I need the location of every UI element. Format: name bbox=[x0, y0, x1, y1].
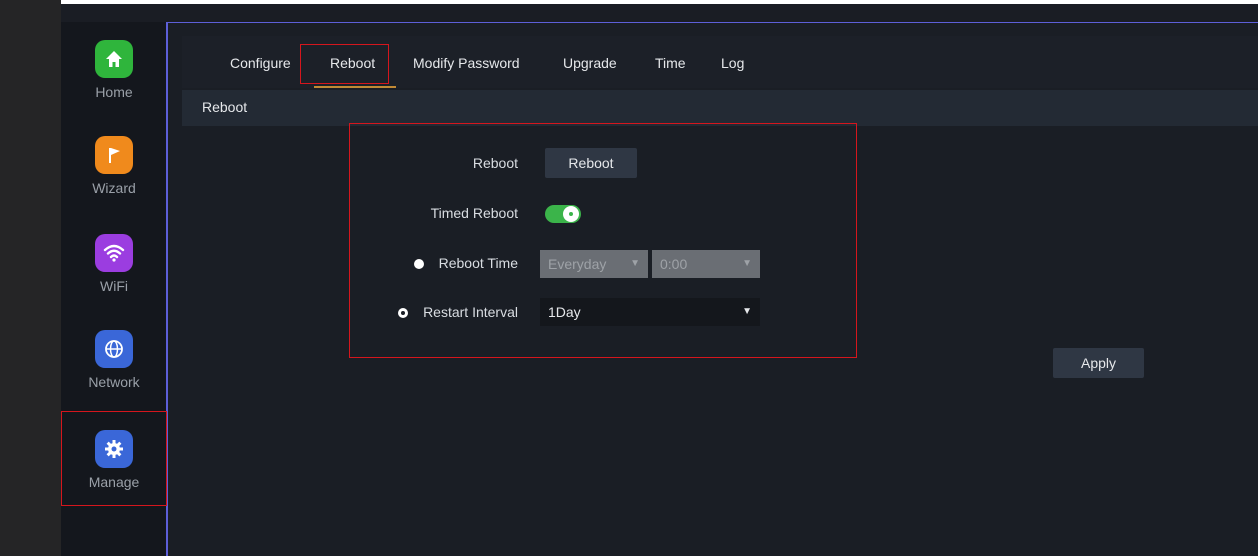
reboot-day-select[interactable]: Everyday ▼ bbox=[540, 250, 648, 278]
restart-interval-value: 1Day bbox=[548, 304, 581, 320]
sidebar-item-label: Wizard bbox=[92, 180, 136, 196]
flag-icon bbox=[95, 136, 133, 174]
sidebar-item-network[interactable]: Network bbox=[61, 330, 167, 390]
sidebar-item-label: Network bbox=[88, 374, 140, 390]
caret-down-icon: ▼ bbox=[742, 258, 752, 269]
active-tab-underline bbox=[314, 86, 396, 88]
restart-interval-select[interactable]: 1Day ▼ bbox=[540, 298, 760, 326]
reboot-button[interactable]: Reboot bbox=[545, 148, 637, 178]
caret-down-icon: ▼ bbox=[630, 258, 640, 269]
reboot-tab-highlight-box bbox=[300, 44, 389, 84]
sidebar-item-wizard[interactable]: Wizard bbox=[61, 136, 167, 196]
toggle-knob-center bbox=[569, 212, 573, 216]
caret-down-icon: ▼ bbox=[742, 306, 752, 317]
reboot-day-value: Everyday bbox=[548, 256, 607, 272]
apply-button[interactable]: Apply bbox=[1053, 348, 1144, 378]
home-icon bbox=[95, 40, 133, 78]
globe-icon bbox=[95, 330, 133, 368]
reboot-label: Reboot bbox=[472, 155, 518, 171]
tab-modify-password[interactable]: Modify Password bbox=[413, 36, 520, 86]
sidebar-item-wifi[interactable]: WiFi bbox=[61, 234, 167, 294]
reboot-time-label: Reboot Time bbox=[438, 255, 518, 271]
section-header bbox=[182, 90, 1258, 126]
left-gutter bbox=[0, 0, 61, 556]
reboot-hour-select[interactable]: 0:00 ▼ bbox=[652, 250, 760, 278]
section-title: Reboot bbox=[202, 99, 248, 115]
wifi-icon bbox=[95, 234, 133, 272]
timed-reboot-label: Timed Reboot bbox=[430, 205, 518, 221]
sidebar-item-label: Home bbox=[95, 84, 133, 100]
sidebar-item-label: WiFi bbox=[100, 278, 128, 294]
tab-log[interactable]: Log bbox=[721, 36, 744, 86]
sidebar-item-home[interactable]: Home bbox=[61, 40, 167, 100]
tab-upgrade[interactable]: Upgrade bbox=[563, 36, 617, 86]
tab-time[interactable]: Time bbox=[655, 36, 686, 86]
reboot-time-radio[interactable] bbox=[414, 259, 424, 269]
top-divider bbox=[166, 22, 1258, 23]
radio-selected-dot bbox=[401, 311, 405, 315]
manage-highlight-box bbox=[61, 411, 167, 506]
reboot-hour-value: 0:00 bbox=[660, 256, 688, 272]
tab-configure[interactable]: Configure bbox=[230, 36, 291, 86]
restart-interval-label: Restart Interval bbox=[423, 304, 518, 320]
